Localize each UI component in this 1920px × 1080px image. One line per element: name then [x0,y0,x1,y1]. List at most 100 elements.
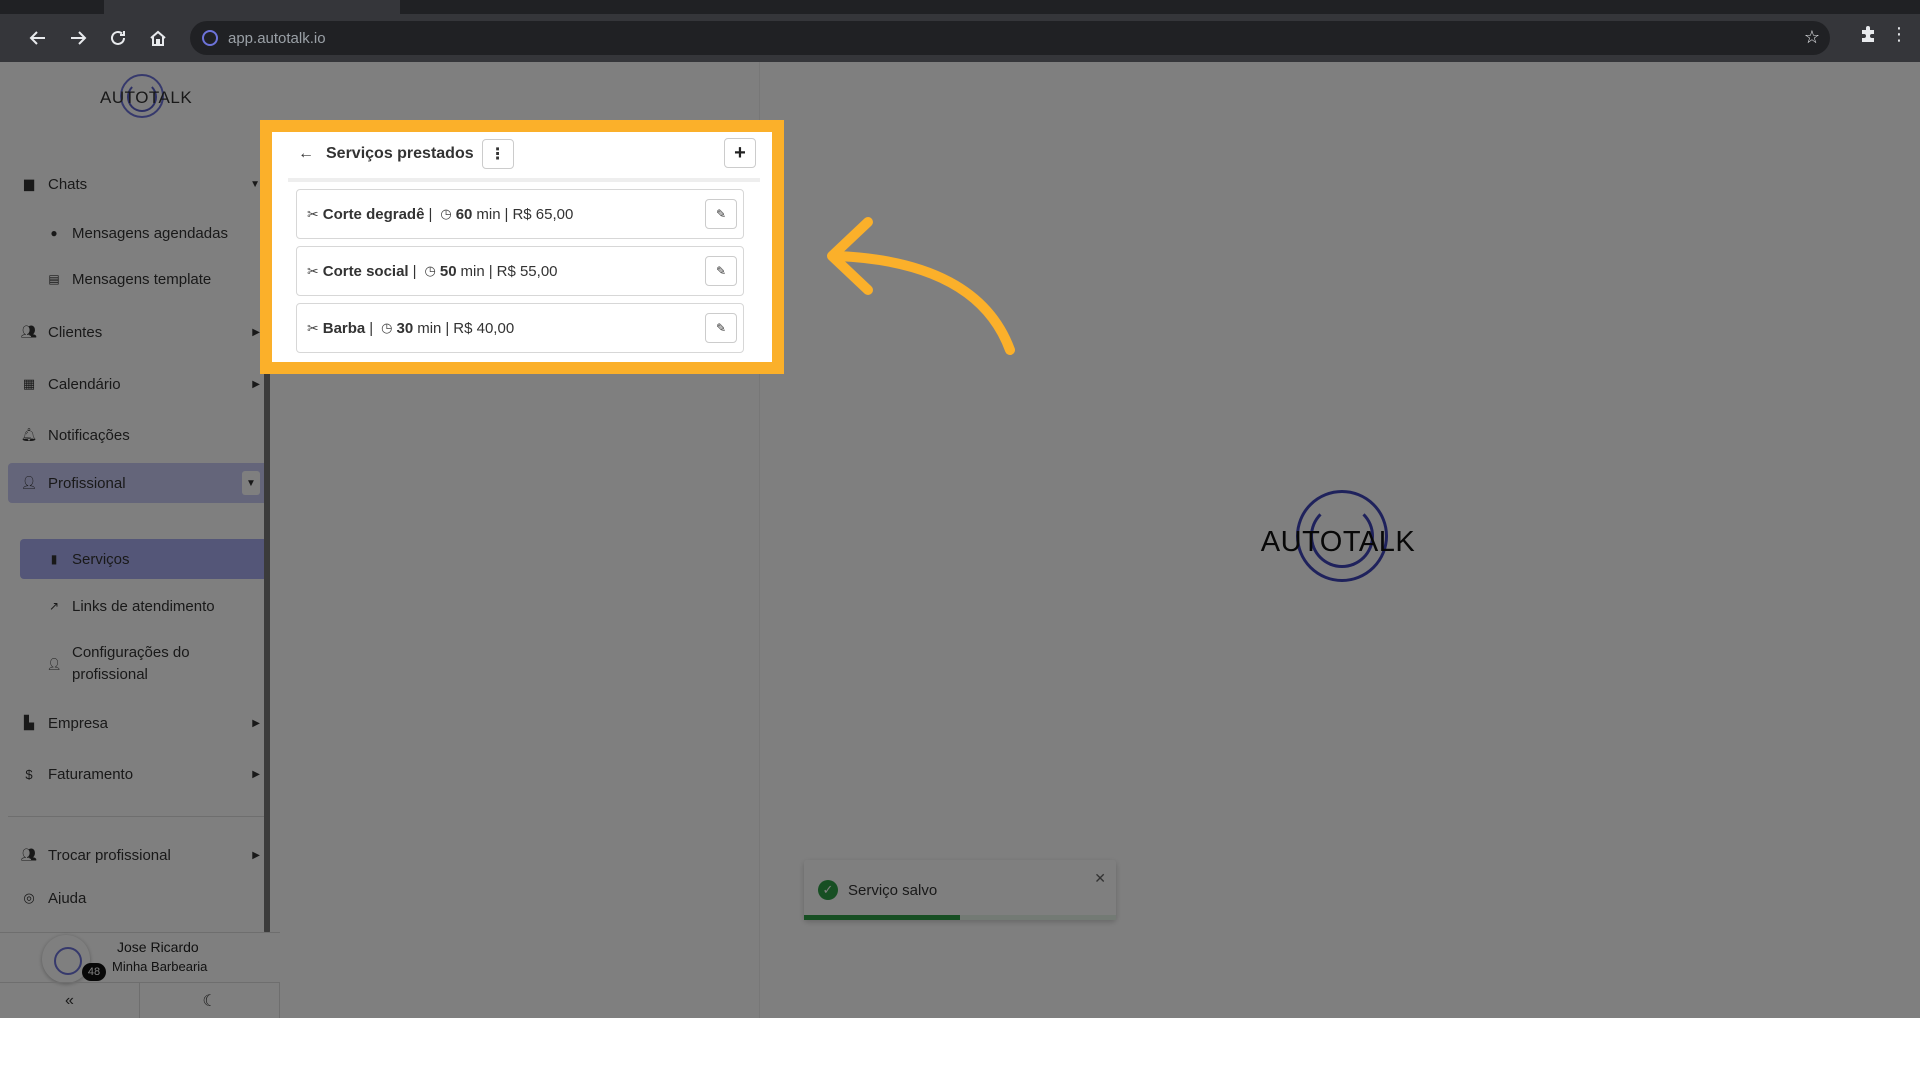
browser-tab[interactable] [104,0,400,14]
annotation-arrow-icon [827,217,1015,355]
browser-menu-icon[interactable]: ⋮ [1890,24,1908,45]
check-circle-icon: ✓ [818,880,838,900]
dark-mode-button[interactable]: ☾ [140,983,280,1018]
sidebar-logo: AUTOTALK [100,74,192,118]
edit-icon: ✎ [715,321,727,335]
clock-icon: ◷ [424,263,436,278]
services-panel: ← Serviços prestados ⋮ + ✂ Corte degradê… [272,132,772,362]
sidebar-item-label: Chats [48,175,88,193]
browser-tabstrip [0,0,1920,14]
page-bottom [0,1018,1920,1080]
sidebar-item-notificacoes[interactable]: 🔔︎ Notificações [8,415,270,455]
service-min-label: min [460,262,485,280]
edit-service-button[interactable]: ✎ [705,313,737,343]
sidebar-item-label: Calendário [48,375,121,393]
sidebar-item-mensagens-template[interactable]: ▤ Mensagens template [20,259,270,299]
separator: | [412,262,417,280]
bookmark-star-icon[interactable]: ☆ [1804,27,1820,48]
chevron-right-icon: ▶ [252,717,260,729]
sidebar-footer: « ☾ [0,982,280,1018]
service-price: R$ 65,00 [512,205,574,223]
profile-company: Minha Barbearia [112,959,208,974]
dollar-icon: $ [25,766,33,782]
page-title: Serviços prestados [326,145,474,162]
profile-card[interactable]: 48 Jose Ricardo Minha Barbearia [0,932,280,983]
service-row[interactable]: ✂ Barba | ◷ 30 min | R$ 40,00 ✎ [296,303,744,353]
edit-service-button[interactable]: ✎ [705,256,737,286]
users-icon: 👥︎ [20,847,38,862]
service-min-label: min [417,319,442,337]
edit-service-button[interactable]: ✎ [705,199,737,229]
sidebar-item-label: Serviços [72,550,130,568]
service-price: R$ 40,00 [453,319,515,337]
separator: | [369,319,374,337]
service-price: R$ 55,00 [496,262,558,280]
sidebar-item-configuracoes[interactable]: 👤︎ Configurações do profissional [20,639,270,689]
sidebar-item-faturamento[interactable]: $ Faturamento ▶ [8,754,270,794]
users-icon: 👥︎ [20,324,38,339]
sidebar-item-calendario[interactable]: ▦ Calendário ▶ [8,364,270,404]
help-icon: ◎ [23,890,35,904]
main-logo-text: AUTOTALK [1260,526,1416,558]
sidebar-item-ajuda[interactable]: ◎ Ajuda [8,890,270,904]
sidebar-item-label: Mensagens template [72,270,212,288]
home-icon[interactable] [144,24,172,52]
sidebar-item-profissional[interactable]: 👤︎ Profissional ▼ [8,463,270,503]
chevron-down-icon[interactable]: ▼ [242,471,260,495]
edit-icon: ✎ [715,207,727,221]
toast-message: Serviço salvo [848,882,938,899]
sidebar-item-label: Configurações do profissional [72,642,190,686]
service-name: Corte degradê [322,205,425,223]
double-chevron-left-icon: « [65,991,74,1009]
user-gear-icon: 👤︎ [20,475,38,490]
clock-icon: ● [50,226,58,240]
sidebar-item-mensagens-agendadas[interactable]: ● Mensagens agendadas [20,213,270,253]
extensions-icon[interactable] [1858,24,1878,49]
sidebar-item-clientes[interactable]: 👥︎ Clientes ▶ [8,312,270,352]
separator: | [445,319,450,337]
sidebar-item-label: Clientes [48,323,103,341]
service-row[interactable]: ✂ Corte social | ◷ 50 min | R$ 55,00 ✎ [296,246,744,296]
sidebar-item-label: Empresa [48,714,109,732]
sidebar-item-label: Profissional [48,474,126,492]
calendar-icon: ▦ [22,376,36,391]
template-icon: ▤ [48,272,60,286]
back-arrow-icon[interactable]: ← [292,145,320,163]
chevron-down-icon: ▼ [250,178,260,190]
reload-icon[interactable] [104,24,132,52]
chevron-right-icon: ▶ [252,849,260,861]
sidebar: AUTOTALK ▆ Chats ▼ ● Mensagens agendadas… [0,62,280,1018]
sidebar-item-chats[interactable]: ▆ Chats ▼ [8,164,270,204]
panel-separator [288,178,760,182]
forward-icon[interactable] [64,24,92,52]
sidebar-item-links[interactable]: ↗ Links de atendimento [20,586,270,626]
sidebar-item-trocar-profissional[interactable]: 👥︎ Trocar profissional ▶ [8,835,270,875]
sidebar-item-label-line2: profissional [72,666,148,683]
add-service-button[interactable]: + [724,138,756,168]
sidebar-item-servicos[interactable]: ▮ Serviços [20,539,270,579]
notification-badge: 48 [82,963,106,981]
sidebar-item-label: Notificações [48,426,130,444]
service-minutes: 50 [439,262,457,280]
sidebar-scrollbar[interactable] [264,308,270,934]
scissors-icon: ✂ [307,205,319,222]
chevron-right-icon: ▶ [252,326,260,338]
sidebar-item-label: Links de atendimento [72,597,215,615]
service-name: Corte social [322,262,409,280]
address-bar[interactable]: app.autotalk.io ☆ [190,21,1830,55]
sidebar-item-label: Trocar profissional [48,846,171,864]
chat-icon: ▆ [24,176,34,191]
main-logo: AUTOTALK [1258,490,1418,586]
sidebar-item-empresa[interactable]: ▙ Empresa ▶ [8,703,270,743]
more-options-button[interactable]: ⋮ [481,139,514,169]
close-icon[interactable]: ✕ [1094,870,1106,887]
collapse-sidebar-button[interactable]: « [0,983,140,1018]
sidebar-item-label: Faturamento [48,765,134,783]
back-icon[interactable] [24,24,52,52]
profile-name: Jose Ricardo [117,939,199,955]
edit-icon: ✎ [715,264,727,278]
sidebar-divider [8,816,270,817]
service-row[interactable]: ✂ Corte degradê | ◷ 60 min | R$ 65,00 ✎ [296,189,744,239]
clock-icon: ◷ [381,320,393,335]
chevron-right-icon: ▶ [252,378,260,390]
